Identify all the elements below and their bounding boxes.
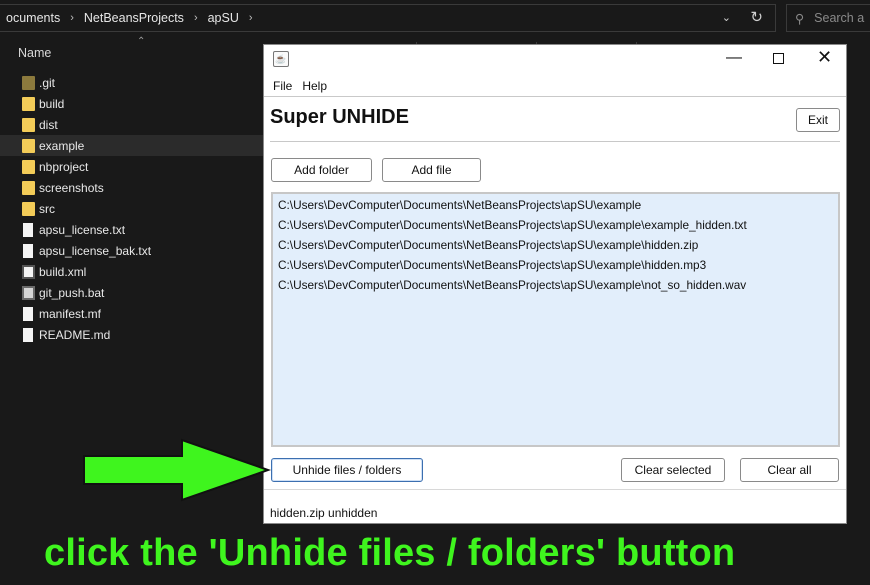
xml-file-icon bbox=[22, 264, 35, 279]
chevron-right-icon: › bbox=[248, 12, 253, 24]
add-folder-button[interactable]: Add folder bbox=[271, 158, 372, 182]
clear-selected-button[interactable]: Clear selected bbox=[621, 458, 725, 482]
minimize-icon[interactable]: — bbox=[726, 49, 742, 67]
file-name: example bbox=[39, 138, 85, 153]
file-item-apsu-license[interactable]: apsu_license.txt bbox=[0, 219, 263, 240]
file-name: .git bbox=[39, 75, 56, 90]
file-name: src bbox=[39, 201, 55, 216]
file-name: nbproject bbox=[39, 159, 89, 174]
folder-icon bbox=[22, 159, 35, 174]
file-name: apsu_license.txt bbox=[39, 222, 126, 237]
clear-all-button[interactable]: Clear all bbox=[740, 458, 839, 482]
search-placeholder: Search a bbox=[814, 11, 865, 25]
file-item-screenshots[interactable]: screenshots bbox=[0, 177, 263, 198]
file-item-src[interactable]: src bbox=[0, 198, 263, 219]
folder-icon bbox=[22, 117, 35, 132]
file-item-readme[interactable]: README.md bbox=[0, 324, 263, 345]
list-item[interactable]: C:\Users\DevComputer\Documents\NetBeansP… bbox=[278, 257, 833, 277]
divider bbox=[270, 141, 840, 142]
folder-icon bbox=[22, 180, 35, 195]
folder-icon bbox=[22, 96, 35, 111]
text-file-icon bbox=[23, 243, 33, 258]
breadcrumb-apsu[interactable]: apSU bbox=[202, 11, 245, 25]
batch-file-icon bbox=[22, 285, 35, 300]
file-item-example[interactable]: example bbox=[0, 135, 263, 156]
chevron-right-icon: › bbox=[70, 12, 74, 24]
file-item-apsu-license-bak[interactable]: apsu_license_bak.txt bbox=[0, 240, 263, 261]
file-item-dist[interactable]: dist bbox=[0, 114, 263, 135]
java-icon: ☕ bbox=[273, 51, 289, 67]
file-name: build bbox=[39, 96, 65, 111]
file-item-build-xml[interactable]: build.xml bbox=[0, 261, 263, 282]
folder-icon bbox=[22, 201, 35, 216]
file-name: manifest.mf bbox=[39, 306, 102, 321]
file-item-manifest[interactable]: manifest.mf bbox=[0, 303, 263, 324]
exit-button[interactable]: Exit bbox=[796, 108, 840, 132]
list-item[interactable]: C:\Users\DevComputer\Documents\NetBeansP… bbox=[278, 217, 833, 237]
menu-help[interactable]: Help bbox=[302, 79, 327, 93]
list-item[interactable]: C:\Users\DevComputer\Documents\NetBeansP… bbox=[278, 237, 833, 257]
super-unhide-window: ☕ — ✕ File Help Super UNHIDE Exit Add fo… bbox=[263, 44, 847, 524]
file-icon bbox=[23, 306, 33, 321]
app-title: Super UNHIDE bbox=[270, 106, 409, 128]
breadcrumb-documents[interactable]: ocuments bbox=[0, 11, 66, 25]
file-name: screenshots bbox=[39, 180, 104, 195]
unhide-files-folders-button[interactable]: Unhide files / folders bbox=[271, 458, 423, 482]
status-divider bbox=[264, 489, 846, 490]
chevron-down-icon[interactable]: ⌄ bbox=[722, 11, 731, 24]
maximize-icon[interactable] bbox=[773, 53, 784, 64]
folder-dark-icon bbox=[22, 75, 35, 90]
text-file-icon bbox=[23, 222, 33, 237]
search-icon: ⚲ bbox=[795, 11, 805, 26]
list-item[interactable]: C:\Users\DevComputer\Documents\NetBeansP… bbox=[278, 197, 833, 217]
breadcrumb-netbeansprojects[interactable]: NetBeansProjects bbox=[78, 11, 190, 25]
instruction-caption: click the 'Unhide files / folders' butto… bbox=[44, 532, 736, 574]
file-item-git[interactable]: .git bbox=[0, 72, 263, 93]
chevron-right-icon: › bbox=[193, 12, 198, 24]
screen: { "explorer": { "breadcrumb": ["ocuments… bbox=[0, 0, 870, 585]
address-bar[interactable]: ocuments › NetBeansProjects › apSU › ⌄ ↻ bbox=[0, 4, 776, 32]
file-name: dist bbox=[39, 117, 58, 132]
menu-file[interactable]: File bbox=[273, 79, 292, 93]
menu-bar: File Help bbox=[264, 75, 846, 97]
file-list: .git build dist example nbproject screen… bbox=[0, 72, 263, 345]
folder-icon bbox=[22, 138, 35, 153]
file-item-build[interactable]: build bbox=[0, 93, 263, 114]
file-item-git-push[interactable]: git_push.bat bbox=[0, 282, 263, 303]
search-box[interactable]: ⚲ Search a bbox=[786, 4, 870, 32]
list-item[interactable]: C:\Users\DevComputer\Documents\NetBeansP… bbox=[278, 277, 833, 297]
file-name: apsu_license_bak.txt bbox=[39, 243, 152, 258]
close-icon[interactable]: ✕ bbox=[817, 47, 832, 68]
file-name: git_push.bat bbox=[39, 285, 105, 300]
file-name: build.xml bbox=[39, 264, 87, 279]
file-icon bbox=[23, 327, 33, 342]
status-text: hidden.zip unhidden bbox=[270, 506, 378, 520]
file-item-nbproject[interactable]: nbproject bbox=[0, 156, 263, 177]
green-arrow-icon bbox=[83, 438, 272, 502]
sort-ascending-icon: ⌃ bbox=[137, 36, 146, 47]
refresh-icon[interactable]: ↻ bbox=[750, 8, 763, 26]
title-bar[interactable]: ☕ — ✕ bbox=[264, 45, 846, 75]
add-file-button[interactable]: Add file bbox=[382, 158, 481, 182]
file-name: README.md bbox=[39, 327, 111, 342]
file-path-list[interactable]: C:\Users\DevComputer\Documents\NetBeansP… bbox=[271, 192, 840, 447]
column-name-header[interactable]: Name bbox=[18, 46, 51, 60]
